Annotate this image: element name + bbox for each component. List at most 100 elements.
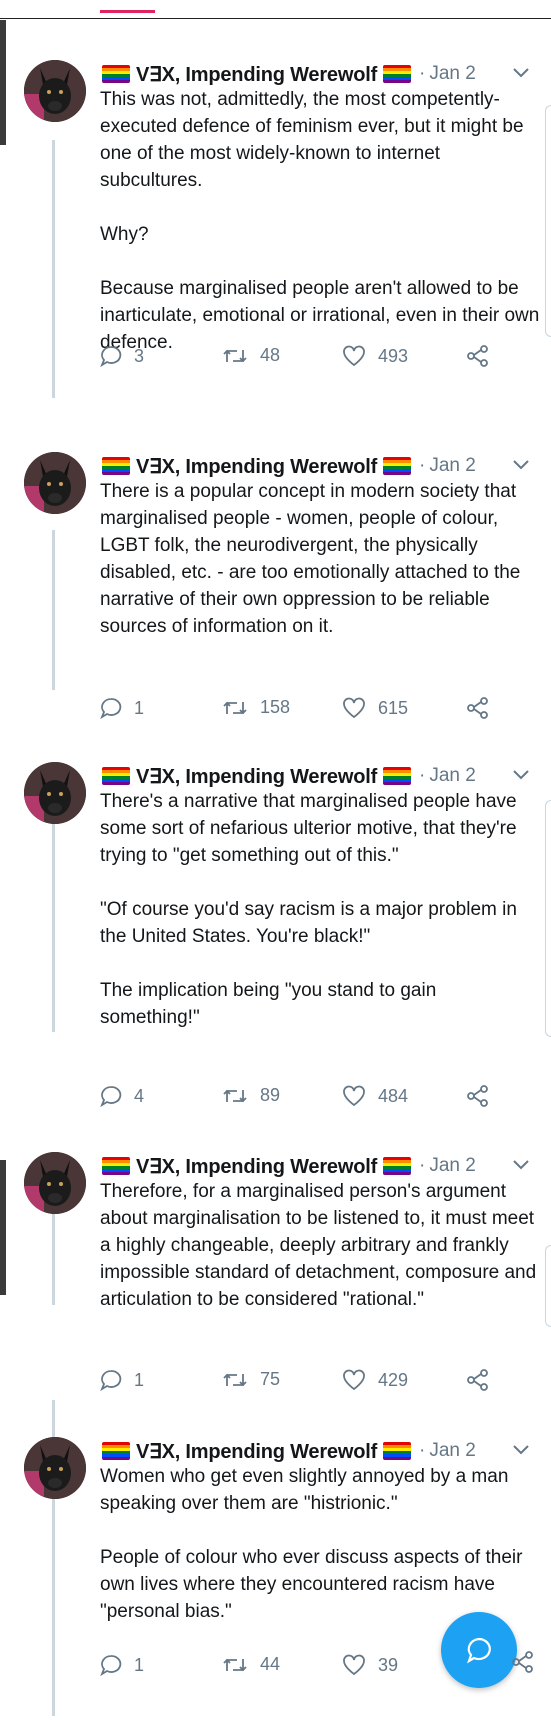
retweet-icon [223,1373,247,1386]
retweet-button[interactable]: 75 [222,1369,280,1390]
share-button[interactable] [466,1369,502,1391]
share-button[interactable] [466,1085,502,1107]
rainbow-flag-icon [102,767,130,785]
retweet-count: 48 [260,345,281,365]
tweet-header: V∃X, Impending Werewolf · Jan 2 [102,764,476,788]
retweet-button[interactable]: 89 [222,1085,280,1106]
rainbow-flag-icon [383,457,412,475]
tweet-date[interactable]: Jan 2 [429,63,475,85]
reply-count: 3 [134,345,145,366]
tweet-text: Therefore, for a marginalised person's a… [100,1181,537,1310]
chevron-down-icon[interactable] [512,768,530,782]
author-name[interactable]: V∃X, Impending Werewolf [136,62,377,87]
tweet-actions: 1 75 429 [100,1369,540,1399]
reply-icon [100,1370,122,1391]
share-icon [467,697,488,719]
top-status-bar [0,0,551,19]
side-card-edge [545,800,551,1037]
retweet-button[interactable]: 48 [222,345,280,366]
avatar[interactable] [24,762,86,824]
tweet-text: This was not, admittedly, the most compe… [100,89,540,353]
rainbow-flag-icon [102,65,130,83]
retweet-count: 158 [260,697,291,717]
share-button[interactable] [466,345,502,367]
author-name[interactable]: V∃X, Impending Werewolf [136,1439,377,1464]
chevron-down-icon[interactable] [512,458,530,472]
tweet-actions: 1 158 615 [100,697,540,727]
retweet-icon [223,701,247,714]
separator-dot: · [419,765,426,786]
thread-line [52,140,55,398]
retweet-icon [223,1658,247,1671]
heart-icon [343,1085,365,1107]
avatar[interactable] [24,452,86,514]
avatar[interactable] [24,1152,86,1214]
share-icon[interactable] [511,1650,535,1674]
separator-dot: · [419,1440,426,1461]
tweet-header: V∃X, Impending Werewolf · Jan 2 [102,1439,476,1463]
tweet-date[interactable]: Jan 2 [429,1155,475,1177]
retweet-icon [223,1089,247,1102]
like-button[interactable]: 39 [342,1654,398,1676]
retweet-count: 44 [260,1654,281,1674]
left-edge-shadow [0,1160,6,1295]
author-name[interactable]: V∃X, Impending Werewolf [136,454,377,479]
tweet-date[interactable]: Jan 2 [429,1440,475,1462]
like-button[interactable]: 429 [342,1369,408,1391]
reply-count: 1 [134,697,145,718]
like-button[interactable]: 615 [342,697,408,719]
reply-button[interactable]: 4 [100,1085,144,1107]
heart-icon [343,697,365,719]
tweet-actions: 3 48 493 [100,345,540,375]
active-tab-indicator [100,10,155,13]
rainbow-flag-icon [102,457,130,475]
share-icon [467,1369,488,1391]
side-card-edge [545,1245,551,1327]
like-count: 429 [378,1369,409,1390]
reply-button[interactable]: 1 [100,697,144,719]
separator-dot: · [419,455,426,476]
rainbow-flag-icon [383,1442,412,1460]
retweet-button[interactable]: 44 [222,1654,280,1675]
separator-dot: · [419,1155,426,1176]
author-name[interactable]: V∃X, Impending Werewolf [136,764,377,789]
heart-icon [343,1654,365,1676]
reply-button[interactable]: 1 [100,1369,144,1391]
reply-count: 1 [134,1369,145,1390]
tweet-date[interactable]: Jan 2 [429,765,475,787]
rainbow-flag-icon [383,65,412,83]
tweet-date[interactable]: Jan 2 [429,455,475,477]
reply-count: 4 [134,1085,145,1106]
rainbow-flag-icon [383,767,412,785]
reply-button[interactable]: 3 [100,345,144,367]
author-name[interactable]: V∃X, Impending Werewolf [136,1154,377,1179]
retweet-icon [223,349,247,362]
avatar[interactable] [24,1437,86,1499]
thread-line [52,530,55,690]
rainbow-flag-icon [102,1157,130,1175]
reply-button[interactable]: 1 [100,1654,144,1676]
tweet-text: There's a narrative that marginalised pe… [100,791,517,1028]
tweet-header: V∃X, Impending Werewolf · Jan 2 [102,1154,476,1178]
compose-reply-button[interactable] [441,1612,517,1688]
chevron-down-icon[interactable] [512,1158,530,1172]
chevron-down-icon[interactable] [512,66,530,80]
retweet-button[interactable]: 158 [222,697,290,718]
tweet-actions: 4 89 484 [100,1085,540,1115]
rainbow-flag-icon [383,1157,412,1175]
side-card-edge [545,105,551,337]
share-button[interactable] [466,697,502,719]
heart-icon [343,345,365,367]
tweet-header: V∃X, Impending Werewolf · Jan 2 [102,454,476,478]
like-button[interactable]: 493 [342,345,408,367]
rainbow-flag-icon [102,1442,130,1460]
chevron-down-icon[interactable] [512,1443,530,1457]
tweet-header: V∃X, Impending Werewolf · Jan 2 [102,62,476,86]
tweet-text: Women who get even slightly annoyed by a… [100,1466,523,1622]
separator-dot: · [419,63,426,84]
reply-icon [100,1086,122,1107]
avatar[interactable] [24,60,86,122]
like-count: 39 [378,1654,399,1675]
like-button[interactable]: 484 [342,1085,408,1107]
left-edge-shadow [0,20,6,145]
